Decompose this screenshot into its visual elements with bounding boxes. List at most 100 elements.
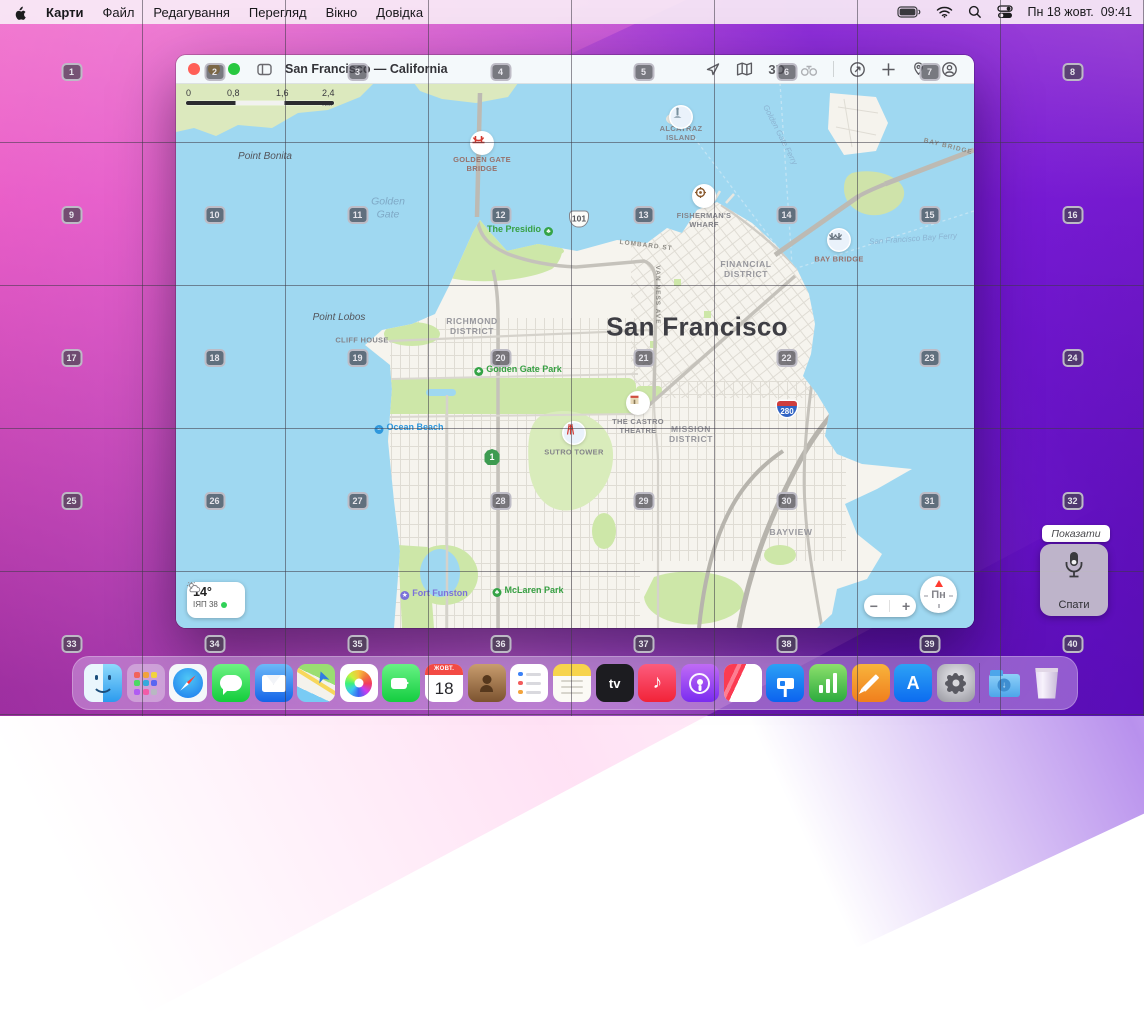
zoom-in-button[interactable]: + — [902, 598, 910, 614]
notes-lines-icon — [561, 680, 583, 694]
sutro-tower-marker[interactable] — [564, 423, 585, 444]
dock-news[interactable] — [724, 664, 762, 702]
add-button[interactable] — [881, 62, 896, 77]
scale-tick: 2,4 км — [322, 88, 344, 108]
dock-numbers[interactable] — [809, 664, 847, 702]
apple-menu[interactable] — [14, 5, 27, 20]
menu-item-1[interactable]: Карти — [46, 5, 83, 20]
dock-music[interactable]: ♪ — [638, 664, 676, 702]
download-arrow-icon: ↓ — [998, 679, 1011, 692]
pen-icon — [862, 674, 880, 692]
bridge-icon — [472, 133, 486, 147]
music-note-icon: ♪ — [653, 672, 663, 694]
menu-clock[interactable]: Пн 18 жовт. 09:41 — [1028, 5, 1132, 19]
dock-contacts[interactable] — [468, 664, 506, 702]
video-camera-icon — [391, 678, 407, 689]
control-center-icon[interactable] — [997, 5, 1013, 19]
dock-trash[interactable] — [1028, 664, 1066, 702]
menu-item-5[interactable]: Вікно — [326, 5, 358, 20]
dock-safari[interactable] — [169, 664, 207, 702]
scale-tick: 0 — [186, 88, 191, 98]
dock-downloads-folder[interactable]: ↓ — [985, 664, 1023, 702]
maps-window[interactable]: Point BonitaGolden GateALCATRAZ ISLANDGO… — [176, 55, 974, 628]
dock-podcasts[interactable] — [681, 664, 719, 702]
alcatraz-island-marker[interactable] — [671, 107, 692, 128]
weather-widget[interactable]: 14° ІЯП 38 — [187, 582, 245, 618]
menu-item-3[interactable]: Редагування — [153, 5, 230, 20]
golden-gate-bridge-marker[interactable] — [472, 133, 493, 154]
bay-bridge-marker[interactable] — [829, 230, 850, 251]
dock-facetime[interactable] — [382, 664, 420, 702]
fullscreen-button[interactable] — [228, 63, 240, 75]
zoom-out-button[interactable]: − — [870, 598, 878, 614]
route-shield-101: 101 — [569, 211, 589, 228]
spotlight-search-icon[interactable] — [968, 5, 982, 19]
voice-show-button[interactable]: Показати — [1042, 525, 1110, 542]
dock-photos[interactable] — [340, 664, 378, 702]
fishermans-wharf-marker[interactable] — [694, 186, 715, 207]
dock-keynote[interactable] — [766, 664, 804, 702]
current-location-button[interactable] — [705, 61, 721, 77]
zoom-control[interactable]: − + — [864, 595, 916, 617]
menu-item-6[interactable]: Довідка — [376, 5, 423, 20]
scale-tick: 0,8 — [227, 88, 240, 98]
person-silhouette-icon — [480, 685, 493, 692]
dock-appstore[interactable]: A — [894, 664, 932, 702]
dock-system-preferences[interactable] — [937, 664, 975, 702]
compass-north-label: Пн — [931, 589, 946, 601]
toolbar-divider — [833, 61, 834, 77]
traffic-lights[interactable] — [176, 63, 240, 75]
theatre-icon — [628, 393, 642, 407]
route-shield-1: 1 — [485, 449, 500, 465]
close-button[interactable] — [188, 63, 200, 75]
sidebar-toggle-icon[interactable] — [256, 62, 273, 77]
dock-separator — [979, 663, 980, 703]
wifi-icon[interactable] — [936, 6, 953, 18]
drop-pin-button[interactable] — [911, 61, 926, 77]
calendar-day: 18 — [425, 675, 463, 702]
folder-icon: ↓ — [989, 674, 1020, 697]
menu-item-4[interactable]: Перегляд — [249, 5, 307, 20]
dock-maps[interactable] — [297, 664, 335, 702]
look-around-button[interactable] — [800, 62, 818, 77]
zoom-divider — [889, 600, 890, 612]
dock-appletv[interactable]: tv — [596, 664, 634, 702]
map-mode-button[interactable] — [736, 61, 753, 77]
launchpad-grid-icon — [134, 672, 157, 695]
voice-control-panel[interactable]: Спати — [1040, 544, 1108, 616]
menu-item-2[interactable]: Файл — [102, 5, 134, 20]
dock-finder[interactable] — [84, 664, 122, 702]
tower-icon — [564, 423, 578, 437]
dock-launchpad[interactable] — [127, 664, 165, 702]
dock-notes[interactable] — [553, 664, 591, 702]
compass-tick — [924, 595, 928, 597]
maps-road-icon — [297, 667, 335, 697]
battery-icon[interactable] — [897, 6, 921, 18]
menu-items: Карти Файл Редагування Перегляд Вікно Довідка — [46, 5, 423, 20]
3d-mode-button[interactable]: 3D — [768, 62, 785, 77]
window-title: San Francisco — California — [285, 62, 448, 76]
ship-wheel-icon — [694, 186, 708, 200]
castro-theatre-marker[interactable] — [628, 393, 649, 414]
dock-pages[interactable] — [852, 664, 890, 702]
envelope-icon — [262, 675, 286, 692]
photos-flower-icon — [345, 670, 372, 697]
minimize-button[interactable] — [208, 63, 220, 75]
dock-reminders[interactable] — [510, 664, 548, 702]
dock-mail[interactable] — [255, 664, 293, 702]
reminders-list-icon — [518, 672, 541, 695]
account-button[interactable] — [941, 61, 958, 78]
scale-bar-line — [186, 101, 334, 105]
dock-calendar[interactable]: ЖОВТ.18 — [425, 664, 463, 702]
route-shield-280: 280 — [777, 401, 797, 417]
compass-tick — [949, 595, 953, 597]
window-titlebar[interactable]: San Francisco — California 3D — [176, 55, 974, 84]
scale-tick: 1,6 — [276, 88, 289, 98]
voice-sleep-label: Спати — [1059, 599, 1090, 611]
compass-control[interactable]: Пн — [920, 576, 957, 613]
dock-messages[interactable] — [212, 664, 250, 702]
share-button[interactable] — [849, 61, 866, 78]
map-canvas[interactable]: Point BonitaGolden GateALCATRAZ ISLANDGO… — [176, 83, 974, 628]
tv-logo: tv — [609, 676, 621, 691]
microphone-icon — [1062, 550, 1086, 582]
